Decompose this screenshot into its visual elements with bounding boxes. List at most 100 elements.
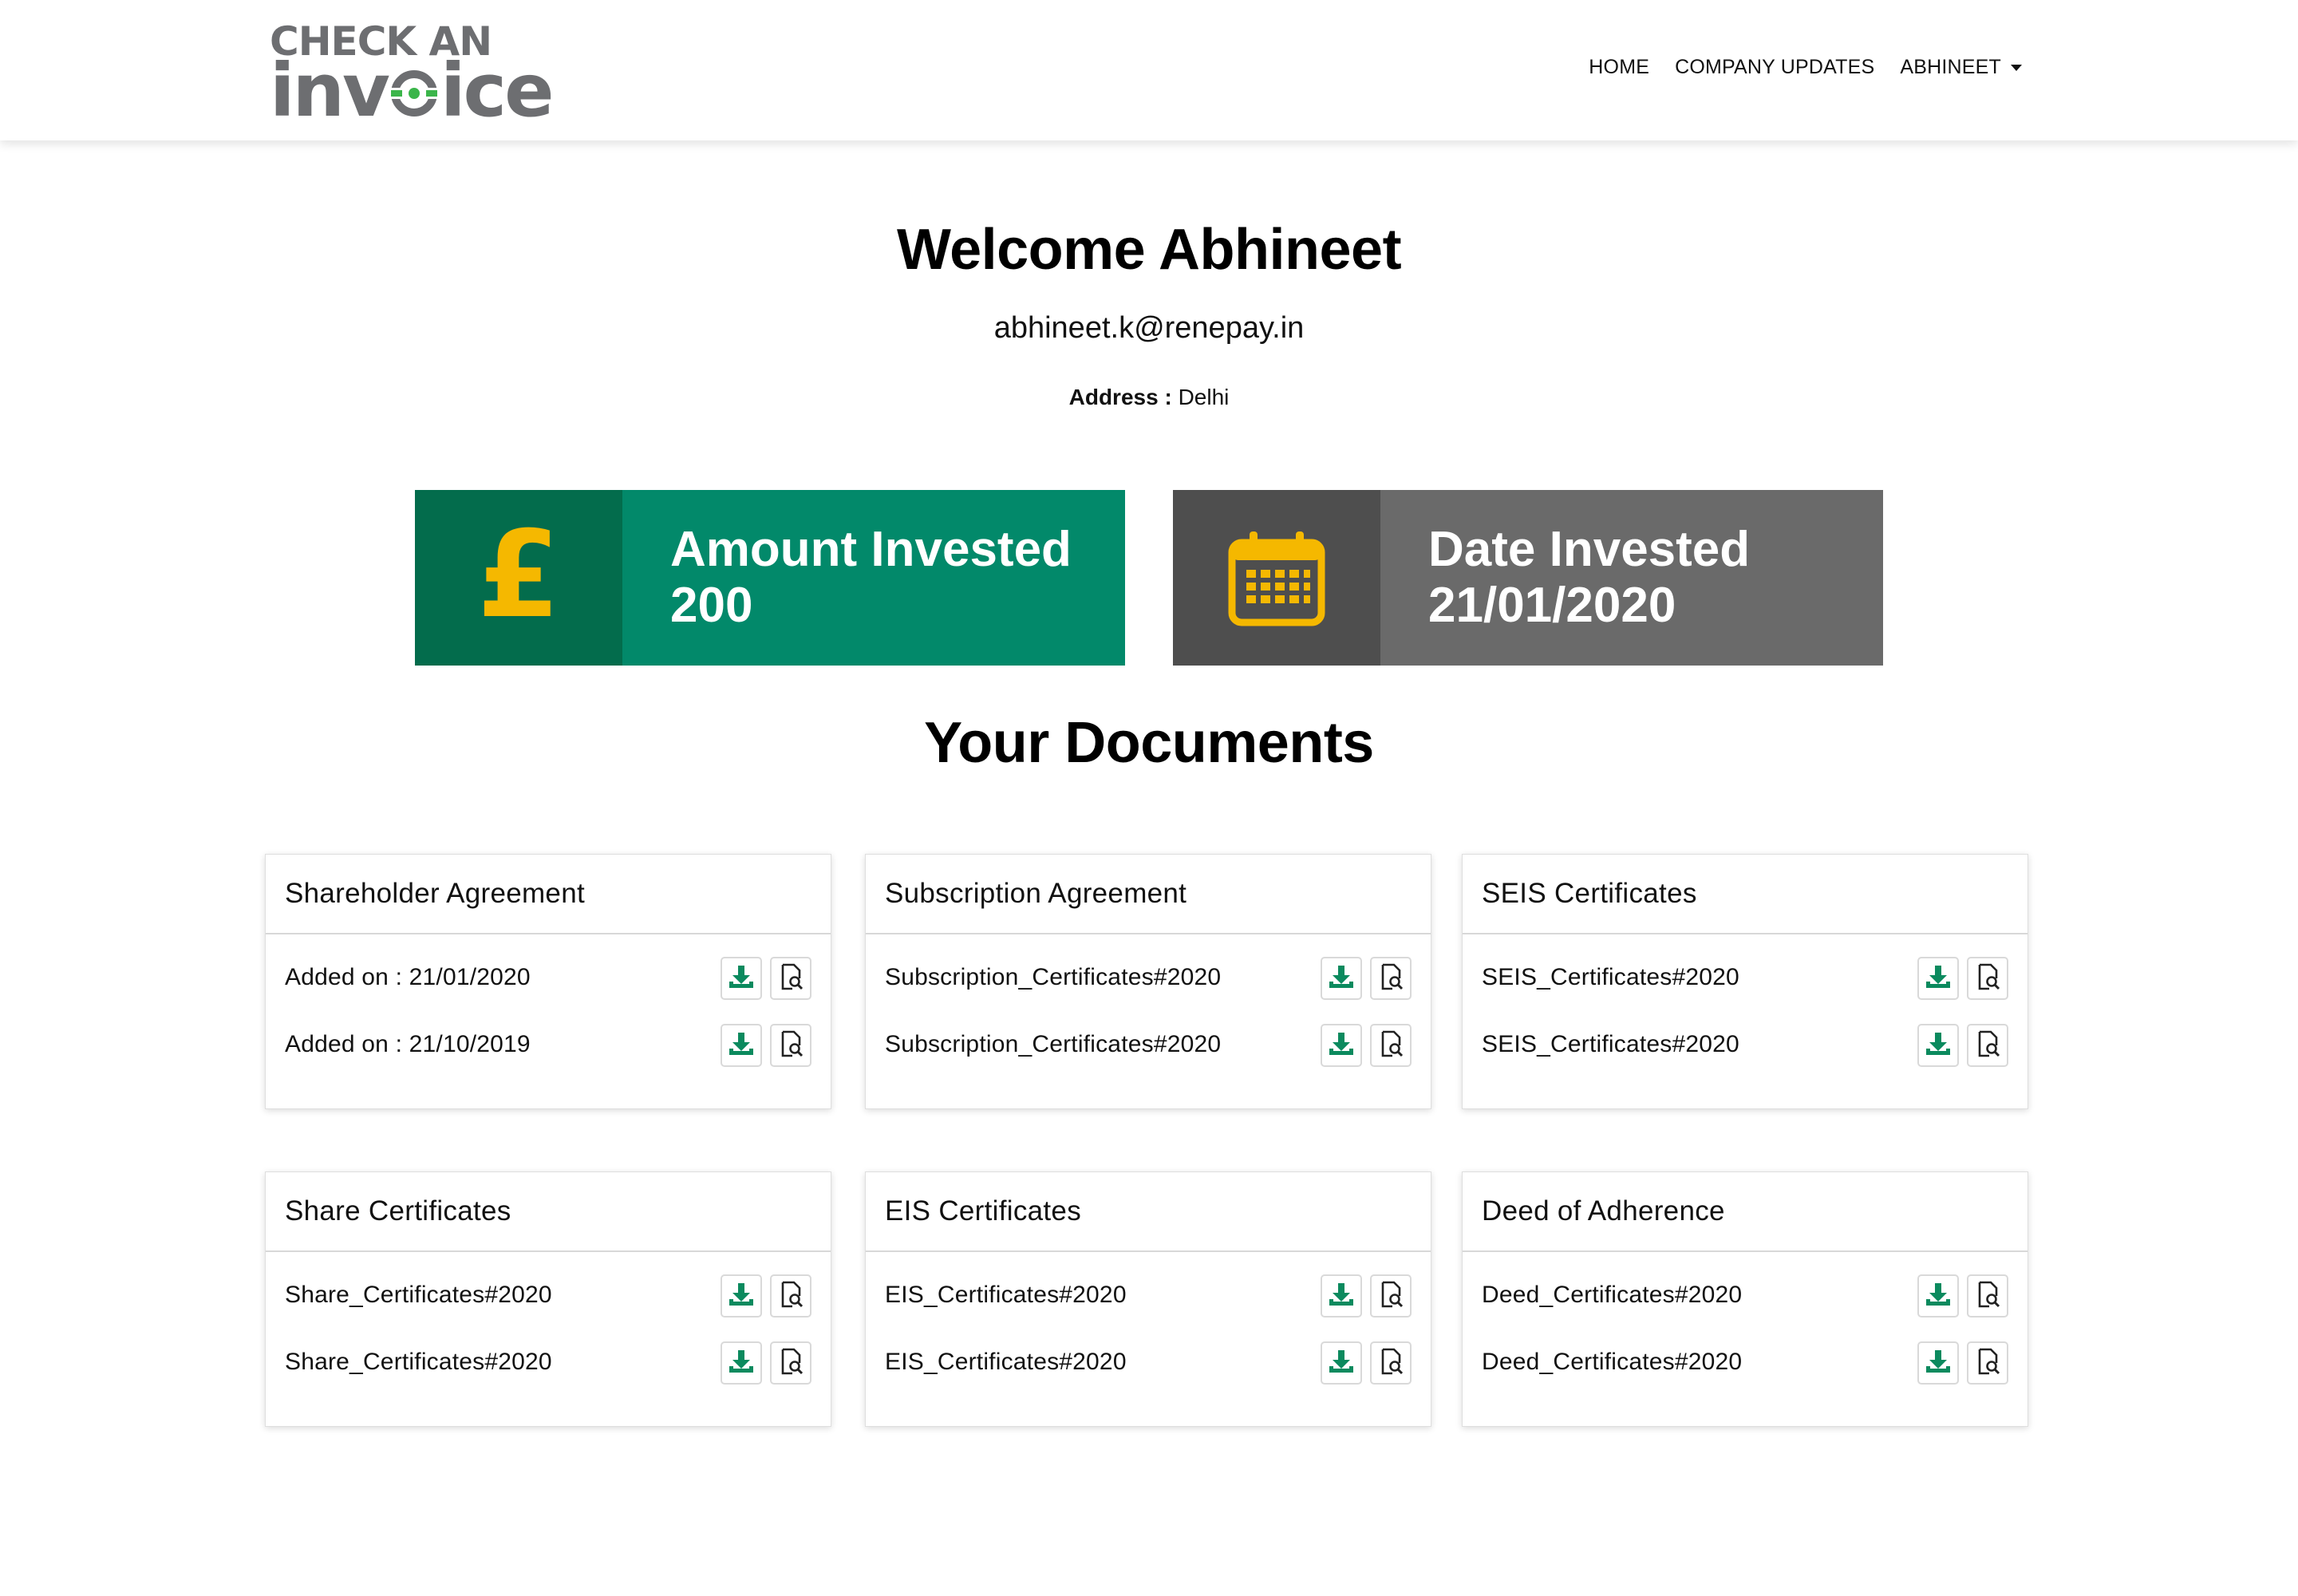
date-invested-label: Date Invested	[1428, 522, 1751, 577]
document-name: SEIS_Certificates#2020	[1482, 1031, 1739, 1057]
document-row: Added on : 21/10/2019	[266, 1011, 831, 1078]
document-name: Share_Certificates#2020	[285, 1349, 552, 1375]
card-header: Subscription Agreement	[866, 855, 1431, 934]
document-row: Subscription_Certificates#2020	[866, 1011, 1431, 1078]
download-icon	[727, 962, 756, 995]
row-actions	[1321, 1024, 1412, 1067]
amount-icon-area: £	[415, 490, 622, 666]
logo-bottom: inv ice	[270, 48, 554, 133]
card-title: SEIS Certificates	[1482, 878, 1697, 909]
download-icon	[1924, 1280, 1953, 1313]
date-icon-area	[1173, 490, 1380, 666]
preview-icon	[1376, 962, 1405, 995]
document-row: Subscription_Certificates#2020	[866, 944, 1431, 1011]
preview-button[interactable]	[770, 1274, 811, 1317]
document-card: Share Certificates Share_Certificates#202…	[265, 1171, 831, 1427]
document-card: SEIS Certificates SEIS_Certificates#2020 S…	[1462, 854, 2028, 1109]
card-header: Deed of Adherence	[1463, 1172, 2028, 1252]
date-invested-box: Date Invested 21/01/2020	[1173, 490, 1883, 666]
logo-bottom-right: ice	[440, 48, 554, 133]
your-documents-heading: Your Documents	[924, 711, 1374, 775]
download-button[interactable]	[1917, 1274, 1959, 1317]
document-name: Deed_Certificates#2020	[1482, 1282, 1743, 1308]
document-name: EIS_Certificates#2020	[885, 1349, 1127, 1375]
document-name: Subscription_Certificates#2020	[885, 1031, 1222, 1057]
preview-button[interactable]	[1967, 957, 2008, 1000]
user-email: abhineet.k@renepay.in	[993, 311, 1305, 345]
preview-button[interactable]	[1370, 1024, 1412, 1067]
preview-icon	[776, 1029, 805, 1062]
row-actions	[1321, 1341, 1412, 1385]
date-text-area: Date Invested 21/01/2020	[1380, 490, 1883, 666]
preview-button[interactable]	[1967, 1341, 2008, 1385]
preview-button[interactable]	[1967, 1024, 2008, 1067]
nav-company-updates-link[interactable]: COMPANY UPDATES	[1675, 56, 1874, 79]
preview-button[interactable]	[1370, 957, 1412, 1000]
document-name: Subscription_Certificates#2020	[885, 964, 1222, 990]
download-icon	[1924, 1347, 1953, 1380]
preview-button[interactable]	[1967, 1274, 2008, 1317]
document-name: Added on : 21/01/2020	[285, 964, 531, 990]
row-actions	[721, 1274, 811, 1317]
download-button[interactable]	[1917, 957, 1959, 1000]
preview-icon	[1973, 1280, 2002, 1313]
document-name: Deed_Certificates#2020	[1482, 1349, 1743, 1375]
preview-button[interactable]	[1370, 1274, 1412, 1317]
row-actions	[1917, 1024, 2008, 1067]
download-button[interactable]	[721, 1341, 762, 1385]
document-card: EIS Certificates EIS_Certificates#2020 EIS…	[865, 1171, 1431, 1427]
download-icon	[727, 1347, 756, 1380]
row-actions	[721, 1341, 811, 1385]
download-icon	[1327, 1347, 1356, 1380]
card-body: Deed_Certificates#2020 Deed_Certificates#…	[1463, 1252, 2028, 1396]
nav-home-link[interactable]: HOME	[1589, 56, 1649, 79]
preview-icon	[776, 1280, 805, 1313]
amount-invested-box: £ Amount Invested 200	[415, 490, 1125, 666]
preview-icon	[1973, 1347, 2002, 1380]
download-button[interactable]	[1321, 1341, 1362, 1385]
row-actions	[1917, 957, 2008, 1000]
date-invested-value: 21/01/2020	[1428, 578, 1676, 633]
card-body: EIS_Certificates#2020 EIS_Certificates#20…	[866, 1252, 1431, 1396]
welcome-heading: Welcome Abhineet	[896, 218, 1402, 282]
card-title: Subscription Agreement	[885, 878, 1187, 909]
download-icon	[1924, 962, 1953, 995]
check-an-invoice-logo[interactable]: CHECK AN inv ice	[270, 21, 557, 133]
preview-button[interactable]	[770, 1024, 811, 1067]
download-button[interactable]	[1917, 1341, 1959, 1385]
caret-down-icon	[2011, 64, 2022, 71]
document-card: Shareholder Agreement Added on : 21/01/20…	[265, 854, 831, 1109]
row-actions	[1917, 1341, 2008, 1385]
user-dropdown[interactable]: ABHINEET	[1900, 56, 2022, 79]
download-button[interactable]	[1321, 1274, 1362, 1317]
row-actions	[1917, 1274, 2008, 1317]
preview-button[interactable]	[770, 957, 811, 1000]
download-icon	[1327, 1280, 1356, 1313]
document-card: Deed of Adherence Deed_Certificates#2020 D…	[1462, 1171, 2028, 1427]
preview-icon	[1973, 962, 2002, 995]
document-name: Added on : 21/10/2019	[285, 1031, 531, 1057]
document-row: Deed_Certificates#2020	[1463, 1262, 2028, 1329]
download-button[interactable]	[721, 1274, 762, 1317]
document-row: Share_Certificates#2020	[266, 1329, 831, 1396]
preview-icon	[1376, 1347, 1405, 1380]
card-header: Share Certificates	[266, 1172, 831, 1252]
download-button[interactable]	[1321, 957, 1362, 1000]
document-row: EIS_Certificates#2020	[866, 1262, 1431, 1329]
card-body: Added on : 21/01/2020 Added on : 21/10/20…	[266, 934, 831, 1078]
card-title: Share Certificates	[285, 1195, 511, 1227]
document-card: Subscription Agreement Subscription_Certi…	[865, 854, 1431, 1109]
download-button[interactable]	[721, 957, 762, 1000]
logo-eye-icon	[389, 70, 440, 117]
download-icon	[1924, 1029, 1953, 1062]
document-row: EIS_Certificates#2020	[866, 1329, 1431, 1396]
download-button[interactable]	[1917, 1024, 1959, 1067]
address-label: Address :	[1068, 385, 1172, 409]
svg-text:£: £	[477, 522, 560, 634]
download-button[interactable]	[721, 1024, 762, 1067]
preview-button[interactable]	[770, 1341, 811, 1385]
document-row: SEIS_Certificates#2020	[1463, 944, 2028, 1011]
row-actions	[1321, 957, 1412, 1000]
preview-button[interactable]	[1370, 1341, 1412, 1385]
download-button[interactable]	[1321, 1024, 1362, 1067]
